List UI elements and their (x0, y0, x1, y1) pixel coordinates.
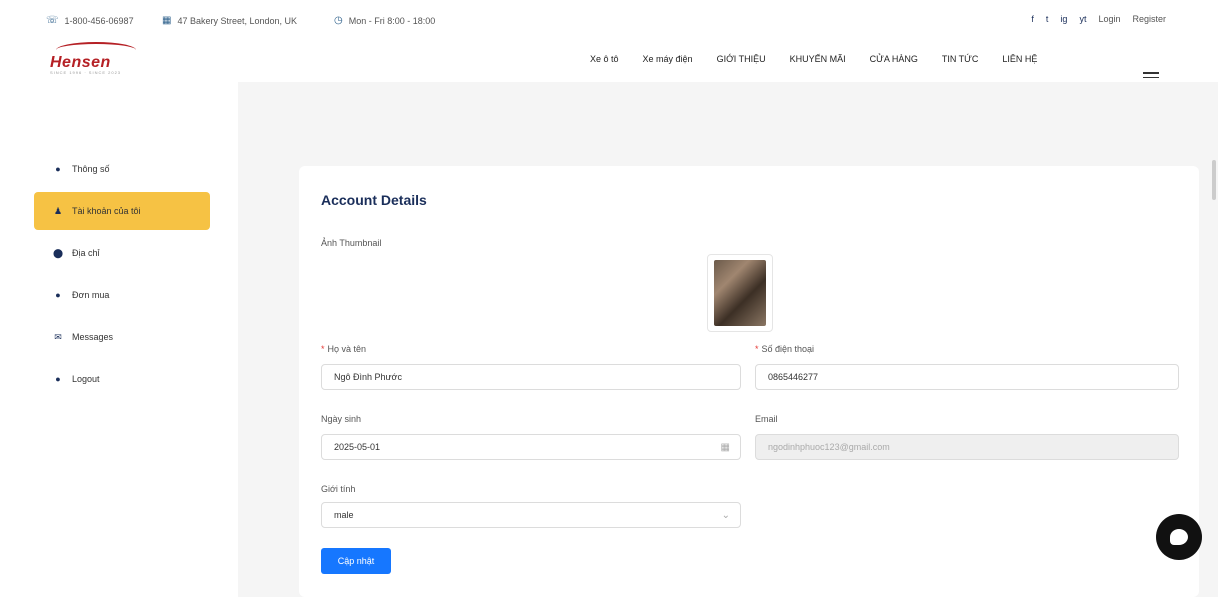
full-name-label: * Họ và tên (321, 344, 367, 354)
main-navbar: Hensen SINCE 1996 · SINCE 2023 Xe ô tô X… (0, 40, 1218, 82)
page-title: Account Details (321, 192, 427, 208)
sidebar-item-address[interactable]: ⬤ Địa chỉ (34, 234, 210, 272)
nav-menu: Xe ô tô Xe máy điện GIỚI THIỆU KHUYẾN MÃ… (590, 54, 1061, 64)
register-link[interactable]: Register (1132, 14, 1166, 24)
facebook-icon[interactable]: f (1031, 14, 1034, 24)
thumbnail-upload[interactable] (707, 254, 773, 332)
sidebar-item-dashboard[interactable]: ● Thông số (34, 150, 210, 188)
topbar-hours: ◷ Mon - Fri 8:00 - 18:00 (334, 15, 436, 26)
top-info-bar: ☏ 1-800-456-06987 ▦ 47 Bakery Street, Lo… (0, 0, 1218, 40)
nav-item-about[interactable]: GIỚI THIỆU (717, 54, 766, 64)
sidebar-item-my-account[interactable]: ♟ Tài khoản của tôi (34, 192, 210, 230)
phone-icon: ☏ (46, 15, 59, 26)
chat-widget-button[interactable] (1156, 514, 1202, 560)
clock-icon: ◷ (334, 15, 343, 26)
topbar-phone: ☏ 1-800-456-06987 (46, 15, 134, 26)
nav-item-cars[interactable]: Xe ô tô (590, 54, 619, 64)
mail-icon: ✉ (54, 331, 62, 342)
site-logo[interactable]: Hensen SINCE 1996 · SINCE 2023 (46, 42, 146, 76)
email-field: ngodinhphuoc123@gmail.com (755, 434, 1179, 460)
thumbnail-label: Ảnh Thumbnail (321, 238, 382, 248)
page-scrollbar[interactable] (1212, 160, 1216, 200)
nav-item-contact[interactable]: LIÊN HỆ (1002, 54, 1037, 64)
sidebar-item-orders[interactable]: ● Đơn mua (34, 276, 210, 314)
dob-label: Ngày sinh (321, 414, 362, 424)
nav-item-ebikes[interactable]: Xe máy điện (643, 54, 693, 64)
twitter-icon[interactable]: t (1046, 14, 1049, 24)
gender-label: Giới tính (321, 484, 356, 494)
youtube-icon[interactable]: yt (1079, 14, 1086, 24)
logout-icon: ● (55, 374, 61, 384)
sidebar-item-messages[interactable]: ✉ Messages (34, 318, 210, 356)
hamburger-menu-icon[interactable] (1143, 72, 1159, 81)
update-button[interactable]: Cập nhật (321, 548, 391, 574)
login-link[interactable]: Login (1098, 14, 1120, 24)
full-name-field[interactable]: Ngô Đình Phước (321, 364, 741, 390)
account-sidebar: ● Thông số ♟ Tài khoản của tôi ⬤ Địa chỉ… (0, 82, 238, 597)
user-icon: ♟ (53, 205, 63, 216)
nav-item-stores[interactable]: CỬA HÀNG (870, 54, 918, 64)
email-label: Email (755, 414, 778, 424)
location-pin-icon: ⬤ (52, 247, 64, 258)
dashboard-icon: ● (55, 164, 61, 174)
nav-item-promotions[interactable]: KHUYẾN MÃI (790, 54, 846, 64)
topbar-address: ▦ 47 Bakery Street, London, UK (162, 15, 298, 26)
order-icon: ● (55, 290, 61, 300)
building-icon: ▦ (162, 15, 172, 26)
sidebar-item-logout[interactable]: ● Logout (34, 360, 210, 398)
calendar-icon[interactable]: ▦ (721, 442, 730, 453)
account-details-card: Account Details Ảnh Thumbnail * Họ và tên… (299, 166, 1199, 597)
instagram-icon[interactable]: ig (1060, 14, 1067, 24)
phone-label: * Số điện thoại (755, 344, 815, 354)
chevron-down-icon: ⌄ (721, 510, 730, 521)
thumbnail-image (714, 260, 766, 326)
phone-field[interactable]: 0865446277 (755, 364, 1179, 390)
nav-item-news[interactable]: TIN TỨC (942, 54, 979, 64)
topbar-social: f t ig yt Login Register (1031, 14, 1166, 24)
dob-field[interactable]: 2025-05-01 ▦ (321, 434, 741, 460)
chat-bubble-icon (1170, 529, 1188, 545)
gender-select[interactable]: male ⌄ (321, 502, 741, 528)
